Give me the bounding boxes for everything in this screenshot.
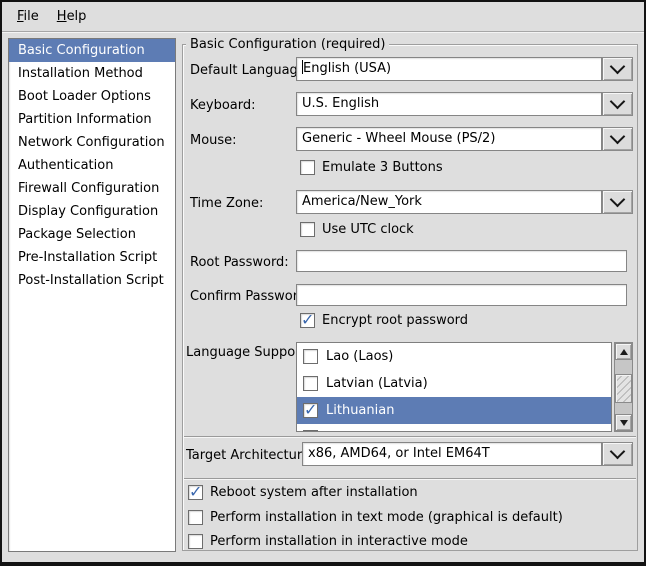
- default-language-entry[interactable]: English (USA): [296, 57, 602, 81]
- language-label: Latvian (Latvia): [326, 376, 428, 391]
- language-label: Lao (Laos): [326, 349, 393, 364]
- keyboard-label: Keyboard:: [190, 98, 256, 113]
- language-support-list: Lao (Laos) Latvian (Latvia) Lithuanian M…: [296, 342, 612, 432]
- interactive-mode-checkbox[interactable]: [188, 534, 203, 549]
- default-language-label: Default Language:: [190, 63, 310, 78]
- language-checkbox[interactable]: [303, 349, 318, 364]
- root-password-label: Root Password:: [190, 255, 289, 270]
- language-row-lithuanian[interactable]: Lithuanian: [297, 397, 611, 424]
- scroll-down-button[interactable]: [615, 414, 632, 431]
- language-checkbox[interactable]: [303, 376, 318, 391]
- mouse-value: Generic - Wheel Mouse (PS/2): [302, 131, 495, 146]
- sidebar-item-boot-loader-options[interactable]: Boot Loader Options: [9, 85, 175, 108]
- sidebar-item-installation-method[interactable]: Installation Method: [9, 62, 175, 85]
- target-architecture-dropdown-button[interactable]: [602, 442, 633, 466]
- interactive-mode-label: Perform installation in interactive mode: [210, 534, 468, 549]
- kickstart-configurator-window: File Help Basic Configuration Installati…: [0, 0, 646, 566]
- sidebar-item-pre-installation-script[interactable]: Pre-Installation Script: [9, 246, 175, 269]
- time-zone-dropdown-button[interactable]: [602, 190, 633, 214]
- scrollbar-thumb[interactable]: [615, 374, 632, 403]
- menu-help-accel: H: [57, 9, 67, 24]
- separator-1: [184, 436, 636, 438]
- arrow-down-icon: [620, 420, 628, 426]
- confirm-password-label: Confirm Password:: [190, 289, 310, 304]
- use-utc-clock-checkbox[interactable]: [300, 222, 315, 237]
- language-list-scrollbar[interactable]: [614, 342, 633, 432]
- sidebar-item-post-installation-script[interactable]: Post-Installation Script: [9, 269, 175, 292]
- language-checkbox[interactable]: [303, 403, 318, 418]
- chevron-down-icon: [610, 192, 626, 208]
- text-mode-label: Perform installation in text mode (graph…: [210, 510, 563, 525]
- arrow-up-icon: [620, 349, 628, 355]
- target-architecture-label: Target Architecture:: [186, 448, 314, 463]
- menubar-separator: [2, 31, 644, 33]
- default-language-value: English (USA): [303, 61, 391, 76]
- encrypt-root-password-checkbox[interactable]: [300, 313, 315, 328]
- language-support-label: Language Support:: [186, 345, 310, 360]
- section-list: Basic Configuration Installation Method …: [8, 38, 176, 552]
- target-architecture-entry[interactable]: x86, AMD64, or Intel EM64T: [302, 442, 602, 466]
- root-password-input[interactable]: [296, 250, 627, 272]
- language-checkbox[interactable]: [303, 430, 318, 432]
- keyboard-value: U.S. English: [302, 96, 379, 111]
- chevron-down-icon: [610, 94, 626, 110]
- sidebar-item-basic-configuration[interactable]: Basic Configuration: [9, 39, 175, 62]
- sidebar-item-display-configuration[interactable]: Display Configuration: [9, 200, 175, 223]
- default-language-dropdown-button[interactable]: [602, 57, 633, 81]
- menu-help[interactable]: Help: [48, 6, 96, 27]
- mouse-dropdown-button[interactable]: [602, 127, 633, 151]
- menu-file-rest: ile: [24, 9, 39, 24]
- menu-bar: File Help: [2, 2, 644, 30]
- language-label: Macedonian: [326, 430, 405, 432]
- text-mode-checkbox[interactable]: [188, 510, 203, 525]
- sidebar-item-authentication[interactable]: Authentication: [9, 154, 175, 177]
- emulate-3-buttons-checkbox[interactable]: [300, 160, 315, 175]
- target-architecture-value: x86, AMD64, or Intel EM64T: [308, 446, 490, 461]
- time-zone-label: Time Zone:: [190, 196, 263, 211]
- emulate-3-buttons-label: Emulate 3 Buttons: [322, 160, 443, 175]
- language-row-lao[interactable]: Lao (Laos): [297, 343, 611, 370]
- time-zone-entry[interactable]: America/New_York: [296, 190, 602, 214]
- confirm-password-input[interactable]: [296, 284, 627, 306]
- mouse-label: Mouse:: [190, 133, 237, 148]
- chevron-down-icon: [610, 129, 626, 145]
- sidebar-item-partition-information[interactable]: Partition Information: [9, 108, 175, 131]
- encrypt-root-password-label: Encrypt root password: [322, 313, 468, 328]
- menu-help-rest: elp: [67, 9, 87, 24]
- separator-2: [184, 478, 636, 480]
- reboot-after-install-checkbox[interactable]: [188, 485, 203, 500]
- menu-file[interactable]: File: [8, 6, 48, 27]
- keyboard-dropdown-button[interactable]: [602, 92, 633, 116]
- scroll-up-button[interactable]: [615, 343, 632, 360]
- use-utc-clock-label: Use UTC clock: [322, 222, 414, 237]
- frame-title: Basic Configuration (required): [186, 37, 389, 52]
- sidebar-item-firewall-configuration[interactable]: Firewall Configuration: [9, 177, 175, 200]
- mouse-entry[interactable]: Generic - Wheel Mouse (PS/2): [296, 127, 602, 151]
- reboot-after-install-label: Reboot system after installation: [210, 485, 418, 500]
- keyboard-entry[interactable]: U.S. English: [296, 92, 602, 116]
- time-zone-value: America/New_York: [302, 194, 422, 209]
- sidebar-item-network-configuration[interactable]: Network Configuration: [9, 131, 175, 154]
- chevron-down-icon: [610, 59, 626, 75]
- language-label: Lithuanian: [326, 403, 394, 418]
- language-row-latvian[interactable]: Latvian (Latvia): [297, 370, 611, 397]
- chevron-down-icon: [610, 444, 626, 460]
- sidebar-item-package-selection[interactable]: Package Selection: [9, 223, 175, 246]
- language-row-macedonian[interactable]: Macedonian: [297, 424, 611, 432]
